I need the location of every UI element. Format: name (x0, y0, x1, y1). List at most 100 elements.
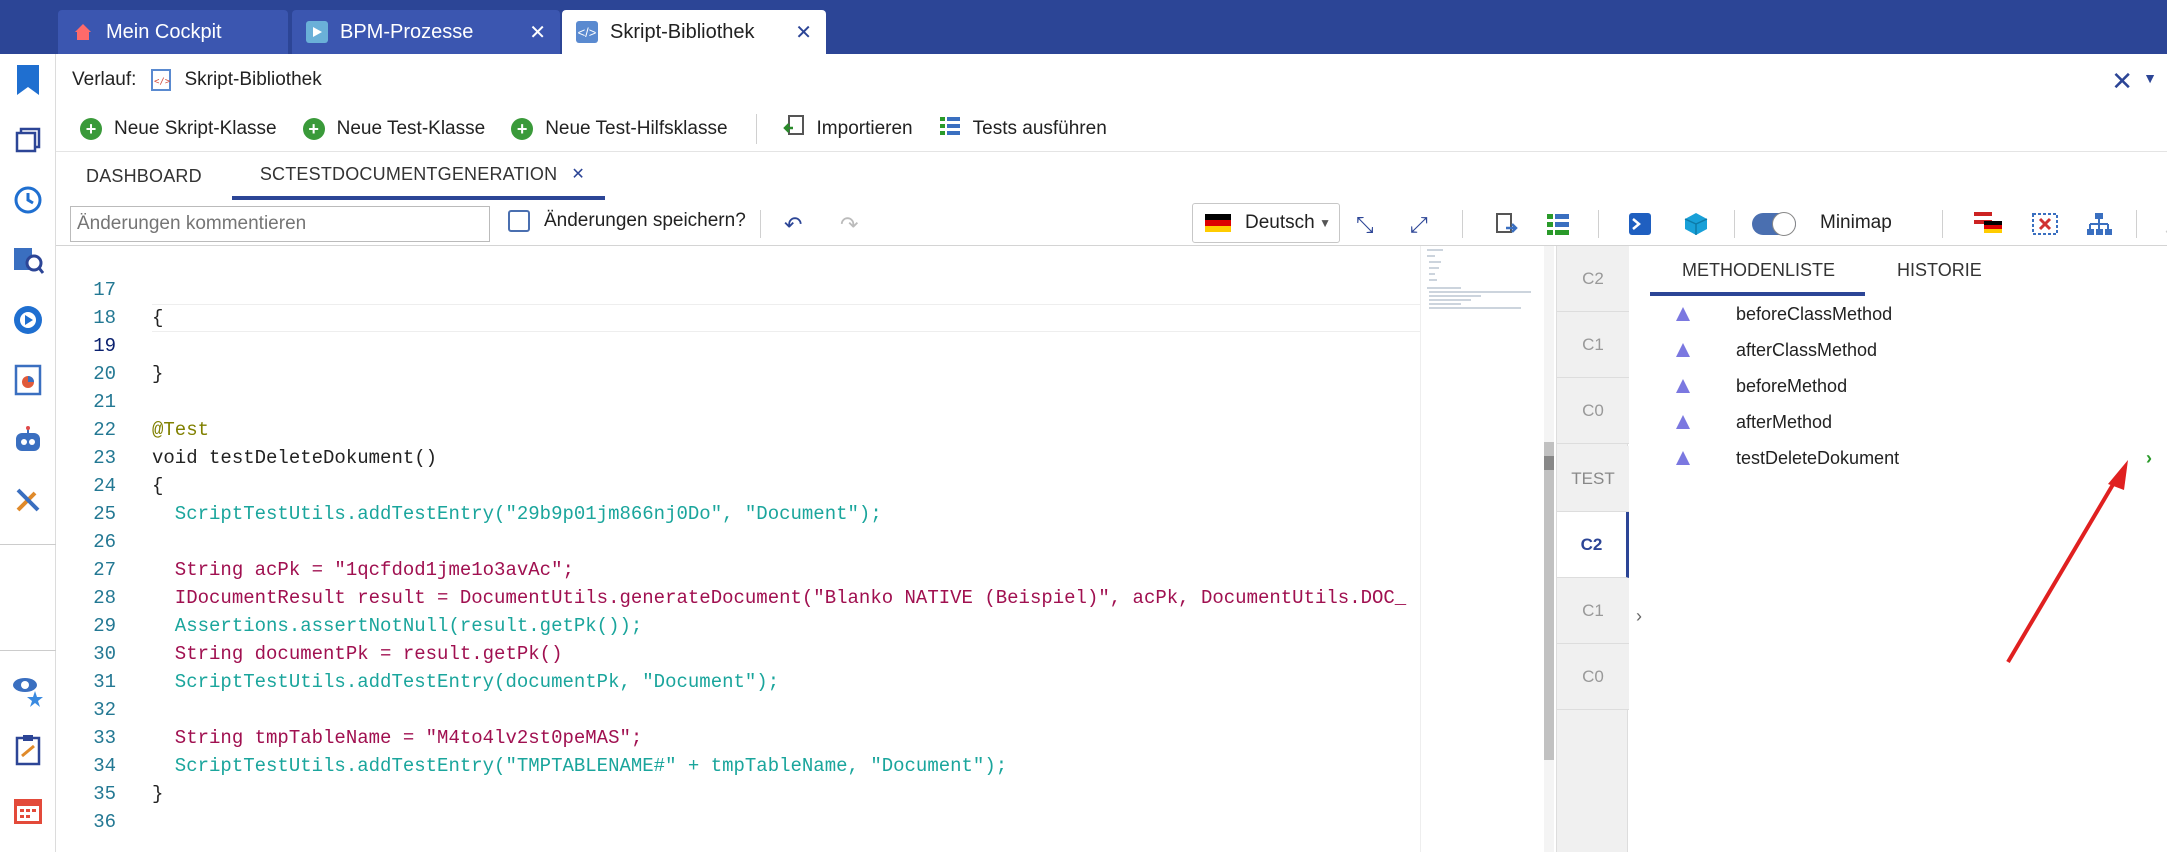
method-marker-icon (1676, 451, 1690, 465)
button-label: Tests ausführen (972, 117, 1107, 139)
breadcrumb-item[interactable]: Skript-Bibliothek (184, 69, 321, 91)
toolbar-divider (1462, 210, 1463, 238)
tab-sctestdocumentgeneration[interactable]: SCTESTDOCUMENTGENERATION ✕ (231, 152, 605, 200)
bot-icon[interactable] (8, 420, 48, 460)
add-icon: + (302, 117, 325, 140)
home-icon (72, 21, 94, 43)
translation-flags-icon[interactable] (1974, 212, 2002, 240)
code-line: 31 (56, 640, 1420, 693)
test-grid-icon[interactable] (1546, 212, 1572, 242)
bookmark-icon[interactable] (8, 60, 48, 100)
code-line: 20 (56, 332, 1420, 385)
code-line: 18 (56, 276, 1420, 329)
run-tests-button[interactable]: Tests ausführen (939, 115, 1107, 143)
chevron-right-icon[interactable]: › (1636, 606, 1642, 627)
editor-toolbar: Änderungen speichern? ↶ ↷ Deutsch ▼ ⤡ ⤢ … (56, 200, 2167, 246)
undo-icon[interactable]: ↶ (784, 212, 802, 238)
toolbar-divider (1942, 210, 1943, 238)
code-line: 29 String documentPk = result.getPk() (56, 584, 1420, 665)
editor-scrollbar[interactable] (1544, 246, 1554, 852)
tab-dashboard[interactable]: DASHBOARD (56, 152, 232, 200)
method-item[interactable]: afterMethod (1650, 404, 2160, 440)
redo-icon[interactable]: ↷ (840, 212, 858, 238)
window-tab-bpm-prozesse[interactable]: BPM-Prozesse ✕ (292, 10, 560, 54)
method-name: beforeMethod (1736, 375, 1848, 396)
button-label: Neue Test-Hilfsklasse (545, 117, 728, 139)
watch-star-icon[interactable] (8, 670, 48, 710)
script-library-icon: </> (576, 21, 598, 43)
tab-label: SCTESTDOCUMENTGENERATION (259, 163, 558, 184)
collapse-icon[interactable]: ⤡ (1356, 212, 1374, 238)
tab-methodenliste[interactable]: METHODENLISTE (1650, 248, 1866, 296)
tab-historie[interactable]: HISTORIE (1865, 248, 2012, 296)
level-test[interactable]: TEST (1557, 446, 1629, 512)
close-icon[interactable]: ✕ (2111, 66, 2133, 97)
code-line: 24 ScriptTestUtils.addTestEntry("29b9p01… (56, 444, 1420, 525)
document-chart-icon[interactable] (8, 360, 48, 400)
comment-input[interactable] (70, 206, 490, 242)
level-c0[interactable]: C0 (1557, 378, 1629, 444)
level-c1[interactable]: C1 (1557, 312, 1629, 378)
cube-icon[interactable] (1684, 212, 1708, 242)
minimap-label: Minimap (1820, 212, 1892, 233)
expand-icon[interactable]: ⤢ (1410, 212, 1428, 238)
level-c0[interactable]: C0 (1557, 644, 1629, 710)
method-name: afterMethod (1736, 411, 1833, 432)
method-marker-icon (1676, 343, 1690, 357)
clipboard-icon[interactable] (8, 730, 48, 770)
coverage-levels: C2 C1 C0 TEST C2 C1 C0 (1556, 246, 1629, 852)
export-document-icon[interactable] (1494, 212, 1518, 242)
code-minimap[interactable] (1420, 246, 1544, 852)
method-item[interactable]: beforeMethod (1650, 368, 2160, 404)
code-line: 22 void testDeleteDokument() (56, 388, 1420, 469)
windows-icon[interactable] (8, 120, 48, 160)
method-marker-icon (1676, 379, 1690, 393)
close-tab-icon[interactable]: ✕ (571, 164, 585, 184)
code-line: 23 { (56, 416, 1420, 497)
code-line: 17 { (56, 248, 1420, 329)
terminal-icon[interactable] (1628, 212, 1652, 242)
window-tab-skript-bibliothek[interactable]: </> Skript-Bibliothek ✕ (562, 10, 826, 54)
method-marker-icon (1676, 415, 1690, 429)
window-tab-label: Mein Cockpit (106, 20, 222, 43)
toolbar-divider (755, 113, 757, 144)
variable-icon[interactable] (2032, 212, 2058, 242)
code-line: 21 @Test (56, 360, 1420, 441)
document-tabs: DASHBOARD SCTESTDOCUMENTGENERATION ✕ (56, 152, 2167, 200)
toolbar-divider (2136, 210, 2137, 238)
level-c2-active[interactable]: C2 (1557, 512, 1629, 578)
toolbar-divider (1598, 210, 1599, 238)
level-c2[interactable]: C2 (1557, 246, 1629, 312)
new-test-helper-button[interactable]: + Neue Test-Hilfsklasse (511, 117, 728, 140)
run-method-icon[interactable]: › (2146, 448, 2152, 469)
method-name: beforeClassMethod (1736, 303, 1893, 324)
minimap-toggle[interactable] (1752, 212, 1796, 236)
search-report-icon[interactable] (8, 240, 48, 280)
left-nav-rail (0, 54, 56, 852)
close-tab-icon[interactable]: ✕ (529, 20, 546, 45)
tools-icon[interactable] (8, 480, 48, 520)
settings-play-icon[interactable] (8, 300, 48, 340)
new-script-class-button[interactable]: + Neue Skript-Klasse (80, 117, 277, 140)
calendar-icon[interactable] (8, 790, 48, 830)
main-toolbar: + Neue Skript-Klasse + Neue Test-Klasse … (56, 106, 2167, 152)
scrollbar-thumb[interactable] (1544, 442, 1554, 760)
method-item[interactable]: afterClassMethod (1650, 332, 2160, 368)
close-tab-icon[interactable]: ✕ (795, 20, 812, 45)
chevron-down-icon[interactable]: ▼ (2143, 70, 2157, 86)
history-icon[interactable] (8, 180, 48, 220)
language-select[interactable]: Deutsch ▼ (1192, 203, 1340, 243)
code-line: 25 (56, 472, 1420, 525)
method-item[interactable]: beforeClassMethod (1650, 296, 2160, 332)
level-c1[interactable]: C1 (1557, 578, 1629, 644)
hierarchy-icon[interactable] (2086, 212, 2112, 242)
breadcrumb-label: Verlauf: (72, 69, 137, 90)
button-label: Importieren (816, 117, 913, 139)
window-tab-label: Skript-Bibliothek (610, 20, 755, 43)
import-button[interactable]: Importieren (782, 114, 913, 144)
save-changes-button[interactable]: Änderungen speichern? (508, 210, 746, 232)
new-test-class-button[interactable]: + Neue Test-Klasse (302, 117, 485, 140)
window-tab-mein-cockpit[interactable]: Mein Cockpit (58, 10, 288, 54)
chevron-down-icon: ▼ (1319, 216, 1331, 230)
code-editor[interactable]: 17 { 18 19 } 20 21 @Test 22 void testDel… (56, 246, 1420, 852)
